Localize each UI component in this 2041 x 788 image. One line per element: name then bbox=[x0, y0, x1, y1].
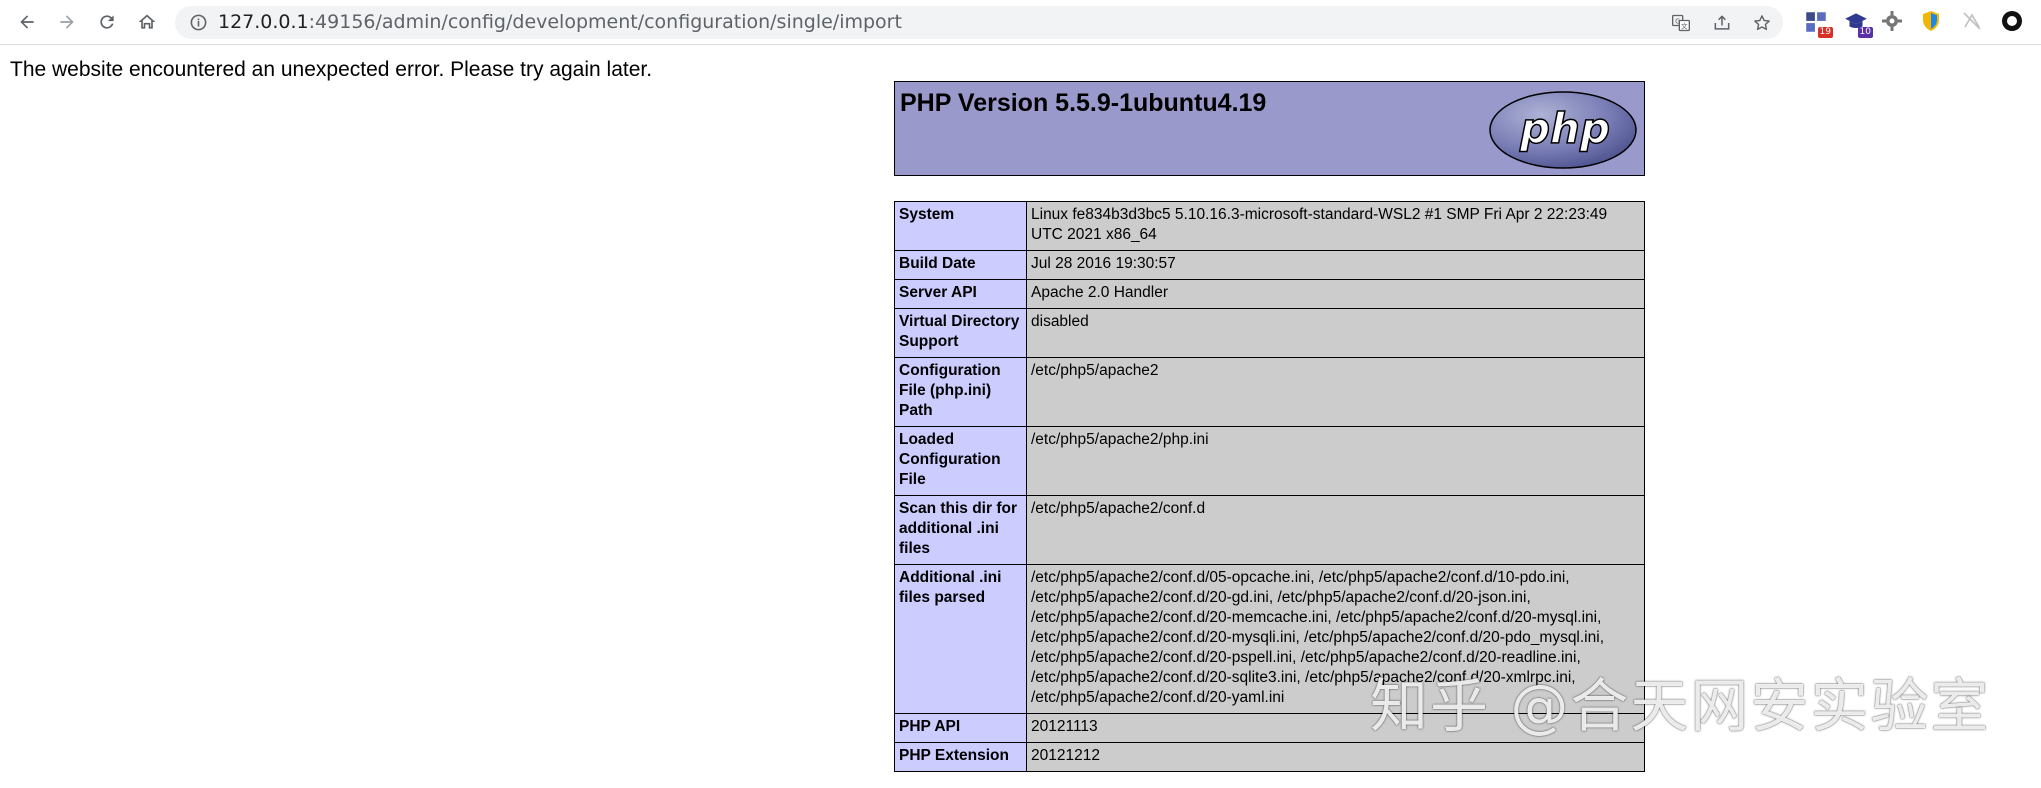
phpinfo-row-value: Jul 28 2016 19:30:57 bbox=[1026, 250, 1645, 280]
disabled-extension-icon[interactable] bbox=[1960, 9, 1986, 35]
arrow-right-icon bbox=[60, 15, 74, 29]
profile-icon[interactable] bbox=[2000, 9, 2026, 35]
phpinfo-row-label: Build Date bbox=[894, 250, 1027, 280]
phpinfo-row: Server API Apache 2.0 Handler bbox=[894, 279, 1645, 309]
browser-toolbar: 127.0.0.1:49156/admin/config/development… bbox=[0, 0, 2041, 45]
translate-icon[interactable]: G 文 bbox=[1671, 13, 1691, 33]
php-version-header: PHP Version 5.5.9-1ubuntu4.19 php bbox=[894, 81, 1645, 176]
reload-button[interactable] bbox=[92, 7, 122, 37]
watermark: 知乎 @合天网安实验室 bbox=[1370, 672, 1991, 740]
puzzle-gear-icon[interactable] bbox=[1880, 9, 1906, 35]
phpinfo-row: PHP Extension 20121212 bbox=[894, 742, 1645, 772]
error-message: The website encountered an unexpected er… bbox=[10, 58, 653, 81]
home-button[interactable] bbox=[132, 7, 162, 37]
phpinfo-row: Loaded Configuration File/etc/php5/apach… bbox=[894, 426, 1645, 496]
svg-text:文: 文 bbox=[1681, 21, 1688, 30]
phpinfo-row-value: 20121212 bbox=[1026, 742, 1645, 772]
extension-1-icon[interactable]: 19 bbox=[1803, 9, 1833, 38]
url-path: :49156/admin/config/development/configur… bbox=[308, 11, 902, 33]
php-logo-text: php bbox=[1519, 104, 1610, 153]
phpinfo-row: System Linux fe834b3d3bc5 5.10.16.3-micro… bbox=[894, 201, 1645, 251]
extension-2-badge: 10 bbox=[1857, 27, 1873, 38]
phpinfo-row-value: /etc/php5/apache2 bbox=[1026, 357, 1645, 427]
phpinfo-row-label: PHP API bbox=[894, 713, 1027, 743]
bookmark-star-icon[interactable] bbox=[1752, 13, 1772, 33]
back-button[interactable] bbox=[12, 7, 42, 37]
phpinfo-row-value: /etc/php5/apache2/conf.d bbox=[1026, 495, 1645, 565]
site-info-icon[interactable] bbox=[189, 13, 208, 32]
phpinfo-panel: PHP Version 5.5.9-1ubuntu4.19 php System… bbox=[894, 81, 1645, 772]
phpinfo-row: Configuration File (php.ini) Path/etc/ph… bbox=[894, 357, 1645, 427]
url-host: 127.0.0.1 bbox=[218, 11, 309, 33]
extension-1-badge: 19 bbox=[1817, 27, 1833, 38]
phpinfo-row-label: PHP Extension bbox=[894, 742, 1027, 772]
php-logo-icon: php bbox=[1489, 91, 1637, 169]
arrow-left-icon bbox=[20, 15, 34, 29]
phpinfo-row-label: Scan this dir for additional .ini files bbox=[894, 495, 1027, 565]
phpinfo-row: Scan this dir for additional .ini files /… bbox=[894, 495, 1645, 565]
php-version-title: PHP Version 5.5.9-1ubuntu4.19 bbox=[900, 89, 1267, 117]
phpinfo-row-value: disabled bbox=[1026, 308, 1645, 358]
address-bar[interactable]: 127.0.0.1:49156/admin/config/development… bbox=[175, 6, 1783, 39]
home-icon bbox=[138, 14, 156, 29]
phpinfo-row-value: Apache 2.0 Handler bbox=[1026, 279, 1645, 309]
phpinfo-row-label: System bbox=[894, 201, 1027, 251]
phpinfo-row-label: Loaded Configuration File bbox=[894, 426, 1027, 496]
phpinfo-row-label: Configuration File (php.ini) Path bbox=[894, 357, 1027, 427]
url-text[interactable]: 127.0.0.1:49156/admin/config/development… bbox=[218, 11, 902, 34]
phpinfo-row: Virtual Directory Support disabled bbox=[894, 308, 1645, 358]
share-icon[interactable] bbox=[1712, 13, 1732, 33]
phpinfo-row-label: Virtual Directory Support bbox=[894, 308, 1027, 358]
reload-icon bbox=[100, 15, 114, 29]
phpinfo-row-value: Linux fe834b3d3bc5 5.10.16.3-microsoft-s… bbox=[1026, 201, 1645, 251]
phpinfo-row-label: Additional .ini files parsed bbox=[894, 564, 1027, 714]
phpinfo-row: Build Date Jul 28 2016 19:30:57 bbox=[894, 250, 1645, 280]
phpinfo-row-label: Server API bbox=[894, 279, 1027, 309]
phpinfo-row-value: /etc/php5/apache2/php.ini bbox=[1026, 426, 1645, 496]
extension-2-icon[interactable]: 10 bbox=[1843, 9, 1873, 38]
shield-extension-icon[interactable] bbox=[1919, 9, 1945, 35]
forward-button[interactable] bbox=[52, 7, 82, 37]
